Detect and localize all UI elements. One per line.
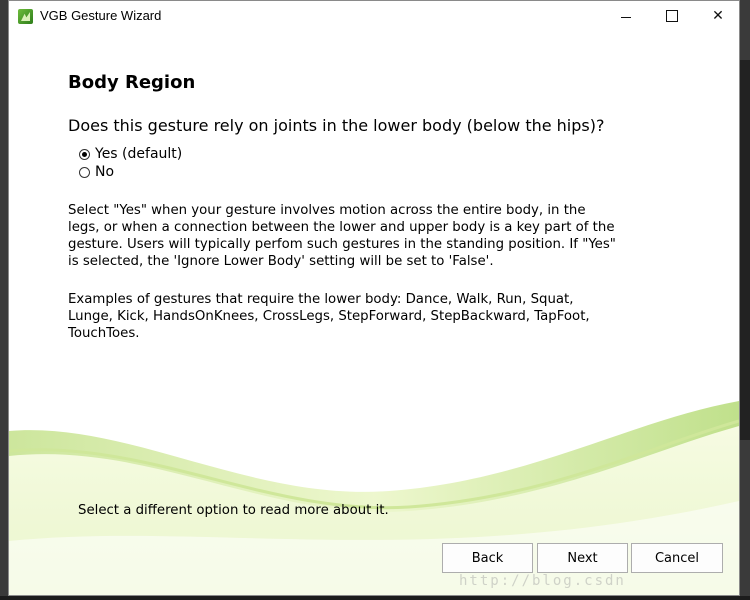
watermark-text: http://blog.csdn — [459, 573, 626, 589]
desktop-background — [740, 60, 750, 440]
maximize-icon — [666, 10, 678, 22]
maximize-button[interactable] — [649, 1, 695, 31]
description-line: legs, or when a connection between the l… — [68, 220, 615, 235]
close-button[interactable]: ✕ — [695, 1, 739, 31]
examples-paragraph: Examples of gestures that require the lo… — [68, 291, 628, 342]
title-bar[interactable]: VGB Gesture Wizard ✕ — [9, 1, 739, 31]
radio-no[interactable]: No — [79, 163, 114, 181]
radio-yes-indicator[interactable] — [79, 148, 90, 160]
radio-no-indicator[interactable] — [79, 166, 90, 178]
next-button[interactable]: Next — [537, 543, 628, 573]
page-title: Body Region — [68, 72, 196, 93]
app-icon — [18, 9, 33, 24]
examples-line: Lunge, Kick, HandsOnKnees, CrossLegs, St… — [68, 309, 590, 324]
window-title: VGB Gesture Wizard — [40, 8, 162, 23]
cancel-button[interactable]: Cancel — [631, 543, 723, 573]
decorative-wave-background — [9, 401, 739, 595]
description-line: gesture. Users will typically perfom suc… — [68, 237, 616, 252]
minimize-icon — [621, 16, 631, 18]
minimize-button[interactable] — [603, 1, 649, 31]
description-line: Select "Yes" when your gesture involves … — [68, 203, 586, 218]
description-paragraph: Select "Yes" when your gesture involves … — [68, 202, 628, 270]
examples-line: Examples of gestures that require the lo… — [68, 292, 574, 307]
back-button[interactable]: Back — [442, 543, 533, 573]
hint-text: Select a different option to read more a… — [78, 503, 389, 518]
question-text: Does this gesture rely on joints in the … — [68, 116, 605, 135]
radio-yes[interactable]: Yes (default) — [79, 145, 182, 163]
description-line: is selected, the 'Ignore Lower Body' set… — [68, 254, 494, 269]
examples-line: TouchToes. — [68, 326, 140, 341]
wizard-window: VGB Gesture Wizard ✕ Body Region Does th… — [8, 0, 740, 596]
desktop-background-bottom — [0, 596, 750, 600]
radio-yes-label[interactable]: Yes (default) — [95, 146, 182, 162]
close-icon: ✕ — [712, 8, 724, 24]
radio-no-label[interactable]: No — [95, 164, 114, 180]
